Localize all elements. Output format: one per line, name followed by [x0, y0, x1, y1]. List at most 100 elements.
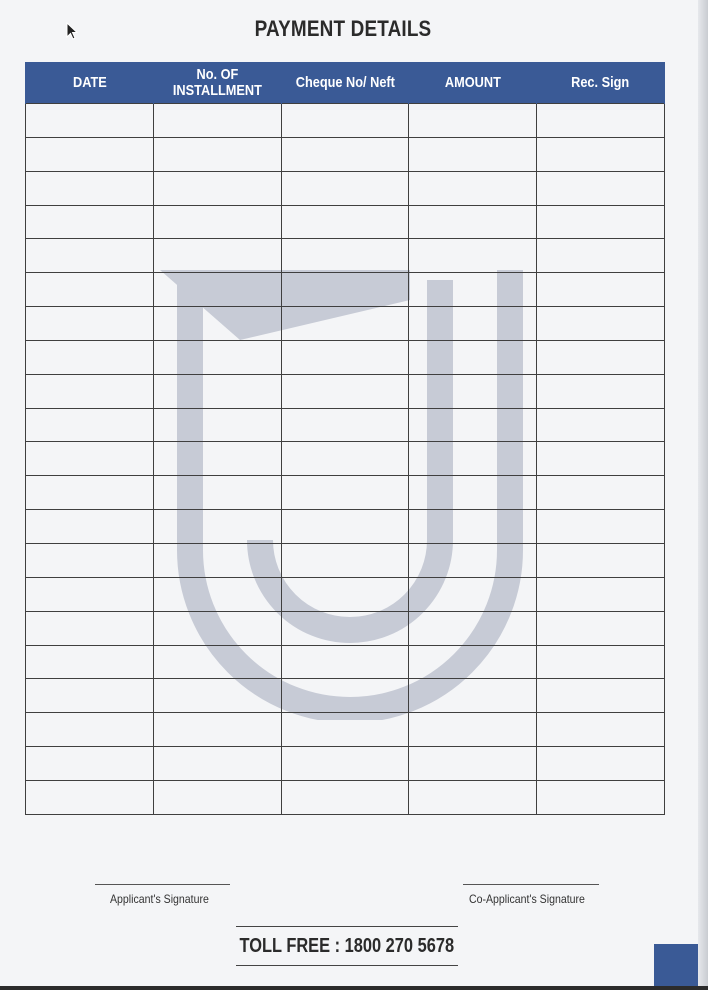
table-cell — [25, 610, 154, 646]
table-cell — [280, 746, 410, 781]
table-cell — [408, 779, 538, 816]
table-cell — [536, 407, 665, 443]
table-cell — [152, 272, 282, 308]
table-cell — [152, 509, 282, 544]
table-cell — [408, 238, 538, 274]
table-cell — [536, 678, 665, 714]
table-cell — [280, 103, 410, 138]
table-row — [25, 204, 665, 240]
table-cell — [25, 339, 154, 375]
table-cell — [152, 678, 282, 714]
table-row — [25, 272, 665, 308]
table-cell — [408, 170, 538, 206]
table-cell — [280, 136, 410, 172]
table-cell — [152, 170, 282, 206]
table-cell — [280, 272, 410, 308]
table-cell — [408, 712, 538, 748]
table-cell — [536, 475, 665, 511]
table-row — [25, 441, 665, 477]
table-row — [25, 779, 665, 816]
table-cell — [25, 136, 154, 172]
table-cell — [280, 373, 410, 409]
table-row — [25, 103, 665, 138]
table-cell — [280, 576, 410, 612]
table-row — [25, 170, 665, 206]
column-header-date: DATE — [25, 62, 154, 104]
table-cell — [25, 441, 154, 477]
table-cell — [25, 170, 154, 206]
table-cell — [152, 339, 282, 375]
column-header-cheque: Cheque No/ Neft — [280, 62, 410, 104]
table-cell — [280, 306, 410, 341]
table-cell — [25, 238, 154, 274]
table-cell — [536, 339, 665, 375]
table-cell — [152, 542, 282, 578]
table-cell — [25, 103, 154, 138]
table-row — [25, 746, 665, 781]
table-cell — [536, 373, 665, 409]
table-cell — [536, 272, 665, 308]
table-header-row: DATE No. OF INSTALLMENT Cheque No/ Neft … — [25, 62, 665, 104]
table-row — [25, 610, 665, 646]
table-cell — [152, 373, 282, 409]
table-cell — [152, 136, 282, 172]
table-cell — [536, 103, 665, 138]
table-row — [25, 509, 665, 544]
table-cell — [280, 407, 410, 443]
table-row — [25, 644, 665, 680]
table-cell — [152, 779, 282, 816]
table-cell — [25, 373, 154, 409]
table-cell — [152, 712, 282, 748]
table-cell — [408, 576, 538, 612]
table-cell — [25, 475, 154, 511]
table-cell — [536, 746, 665, 781]
table-cell — [280, 170, 410, 206]
table-cell — [536, 509, 665, 544]
table-cell — [408, 339, 538, 375]
table-cell — [280, 339, 410, 375]
table-cell — [408, 678, 538, 714]
table-cell — [280, 542, 410, 578]
table-cell — [280, 204, 410, 240]
table-cell — [408, 306, 538, 341]
table-cell — [25, 272, 154, 308]
table-cell — [152, 475, 282, 511]
table-cell — [280, 475, 410, 511]
table-cell — [152, 238, 282, 274]
table-cell — [408, 103, 538, 138]
table-cell — [536, 610, 665, 646]
table-row — [25, 475, 665, 511]
payment-table: DATE No. OF INSTALLMENT Cheque No/ Neft … — [25, 62, 665, 816]
table-cell — [536, 306, 665, 341]
table-cell — [408, 373, 538, 409]
table-row — [25, 407, 665, 443]
table-cell — [280, 712, 410, 748]
table-cell — [152, 103, 282, 138]
table-cell — [408, 441, 538, 477]
table-cell — [152, 441, 282, 477]
table-cell — [408, 272, 538, 308]
table-cell — [408, 509, 538, 544]
table-cell — [152, 610, 282, 646]
table-cell — [280, 441, 410, 477]
page-edge-shadow — [698, 0, 708, 990]
table-cell — [25, 746, 154, 781]
table-cell — [25, 779, 154, 816]
toll-free-number: TOLL FREE : 1800 270 5678 — [236, 926, 458, 966]
co-applicant-signature-line — [463, 884, 599, 885]
table-cell — [280, 509, 410, 544]
column-header-amount: AMOUNT — [408, 62, 538, 104]
table-cell — [25, 204, 154, 240]
table-cell — [536, 441, 665, 477]
corner-color-block — [654, 944, 698, 986]
table-cell — [25, 542, 154, 578]
table-cell — [536, 204, 665, 240]
table-cell — [25, 712, 154, 748]
table-cell — [536, 542, 665, 578]
table-cell — [25, 678, 154, 714]
table-cell — [25, 407, 154, 443]
table-cell — [280, 779, 410, 816]
column-header-rec-sign: Rec. Sign — [536, 62, 665, 104]
table-cell — [408, 475, 538, 511]
applicant-signature-line — [95, 884, 230, 885]
